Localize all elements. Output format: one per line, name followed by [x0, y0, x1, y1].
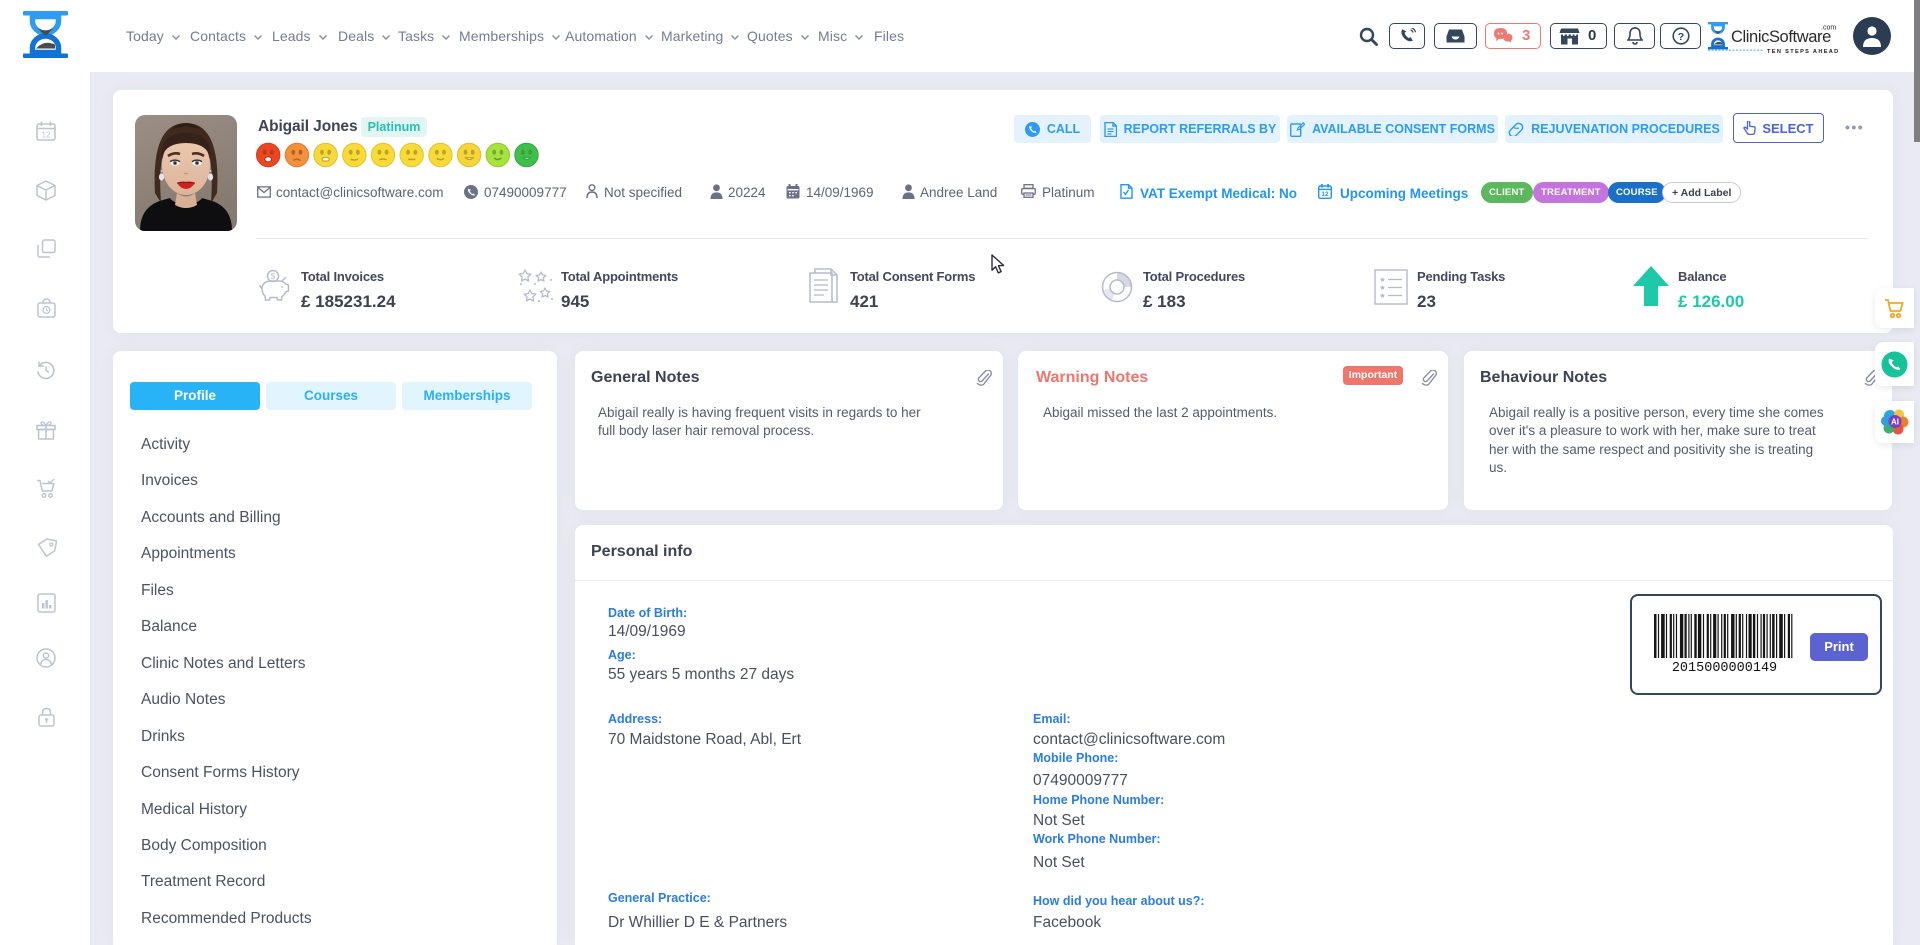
svg-text:$: $ [271, 272, 276, 281]
svg-text:12: 12 [1321, 191, 1329, 198]
svg-text:TEN STEPS AHEAD: TEN STEPS AHEAD [1767, 49, 1840, 55]
svg-text:AI: AI [1891, 418, 1899, 427]
svg-text:12: 12 [42, 131, 51, 140]
svg-text:ClinicSoftware: ClinicSoftware [1731, 28, 1831, 46]
svg-text:?: ? [1678, 31, 1684, 43]
svg-text:.com: .com [1821, 25, 1836, 32]
